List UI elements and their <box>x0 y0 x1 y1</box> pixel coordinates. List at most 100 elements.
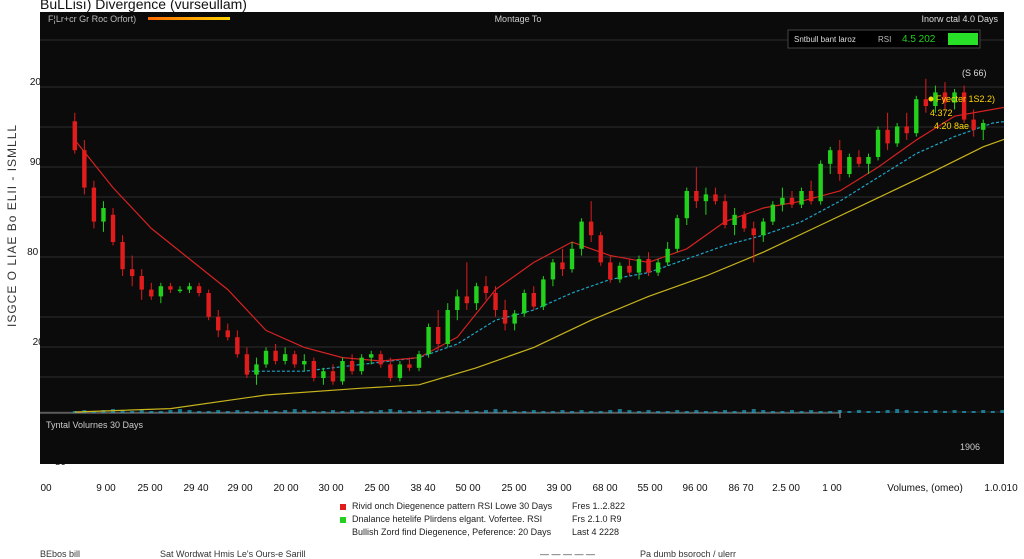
candle-body-53 <box>579 221 584 249</box>
candle-body-8 <box>149 289 154 297</box>
candle-body-87 <box>904 126 909 134</box>
x-tick-label-13: 55 00 <box>637 483 663 494</box>
volume-bar-64 <box>684 411 689 413</box>
candle-body-47 <box>522 293 527 314</box>
volume-bar-80 <box>837 410 842 413</box>
candle-body-1 <box>82 150 87 188</box>
candle-body-55 <box>598 235 603 263</box>
x-tick-label-17: 1 00 <box>822 483 842 494</box>
candle-body-63 <box>675 218 680 249</box>
candle-body-81 <box>847 157 852 174</box>
volume-bar-83 <box>866 411 871 413</box>
candle-body-44 <box>493 293 498 310</box>
volume-bar-92 <box>952 410 957 413</box>
candle-body-57 <box>617 265 623 280</box>
volume-bar-68 <box>723 410 728 413</box>
volume-bar-32 <box>378 410 383 413</box>
legend-label-2: Bullish Zord find Diegenence, Peference:… <box>352 527 552 537</box>
candle-body-0 <box>72 121 77 151</box>
candle-body-16 <box>225 330 230 338</box>
candle-body-13 <box>196 286 202 293</box>
volume-bar-7 <box>139 410 144 413</box>
volume-bar-52 <box>570 411 575 413</box>
candle-body-49 <box>541 279 546 307</box>
candle-body-79 <box>828 150 833 164</box>
volume-bar-12 <box>187 410 192 413</box>
volume-bar-71 <box>751 409 756 413</box>
candle-body-20 <box>263 350 269 365</box>
bottom-caption-3: — — — — — <box>540 549 596 559</box>
volume-value: 1906 <box>960 442 980 452</box>
volume-bar-29 <box>350 410 355 413</box>
candle-body-88 <box>914 99 919 134</box>
candle-body-62 <box>665 248 670 263</box>
chart-title: BuLLisı) Divergence (vurseullam) <box>40 0 247 12</box>
candle-body-70 <box>741 214 747 229</box>
volume-bar-8 <box>149 411 154 413</box>
y-axis-rotated-label: ISGCE O LIAE Bo ELII - ISMLLL <box>5 123 19 327</box>
candle-body-33 <box>388 364 393 378</box>
candle-body-69 <box>732 214 737 225</box>
candle-body-73 <box>770 204 776 222</box>
volume-bar-67 <box>713 411 718 413</box>
candle-body-89 <box>923 99 929 106</box>
candle-body-43 <box>483 286 489 293</box>
volume-bar-74 <box>780 411 785 413</box>
candle-body-54 <box>588 221 594 236</box>
volume-bar-77 <box>809 410 814 413</box>
annotation-1: Fyecter 1S2.2) <box>936 94 995 104</box>
annotation-dot <box>928 96 934 102</box>
candle-body-68 <box>722 201 728 225</box>
x-tick-label-7: 25 00 <box>364 483 390 494</box>
x-tick-label-2: 25 00 <box>137 483 163 494</box>
volume-bar-72 <box>761 410 766 413</box>
candle-body-76 <box>799 191 804 205</box>
volume-bar-16 <box>225 411 230 413</box>
volume-bar-28 <box>340 411 345 413</box>
legend-swatch-0 <box>340 503 346 510</box>
volume-bar-56 <box>608 410 613 413</box>
volume-bar-90 <box>933 410 938 413</box>
volume-bar-94 <box>971 411 976 413</box>
volume-bar-40 <box>455 411 460 413</box>
candlestick-chart: F¦Lr+cr Gr Roc Orfort) Montage To Inorw ct… <box>40 14 1004 452</box>
candle-body-23 <box>292 354 297 365</box>
volume-bar-18 <box>244 411 249 413</box>
candle-body-64 <box>684 191 689 219</box>
candle-body-66 <box>703 194 709 202</box>
legend-row-0: Rivid onch Diegenence pattern RSI Lowe 3… <box>340 500 625 513</box>
candle-body-82 <box>856 157 862 164</box>
candle-body-19 <box>254 364 259 375</box>
volume-bar-69 <box>732 411 737 413</box>
header-gradient-bar <box>148 17 230 20</box>
ema-cyan-line <box>246 121 1004 372</box>
volume-bar-59 <box>636 411 641 413</box>
volume-bar-97 <box>1000 410 1004 413</box>
volume-bar-33 <box>388 409 393 413</box>
candle-body-9 <box>158 286 164 297</box>
candle-body-95 <box>981 123 986 130</box>
candle-body-61 <box>655 262 661 273</box>
volume-bar-38 <box>436 410 441 413</box>
candle-body-41 <box>464 296 470 304</box>
volume-bar-55 <box>598 411 603 413</box>
volume-bar-70 <box>742 410 747 413</box>
volume-bar-11 <box>177 409 182 413</box>
volume-bar-91 <box>942 411 947 413</box>
candle-body-17 <box>235 337 240 355</box>
volume-bar-17 <box>235 410 240 413</box>
candle-body-30 <box>359 357 364 372</box>
volume-bar-95 <box>981 410 986 413</box>
x-tick-label-12: 68 00 <box>592 483 618 494</box>
candle-body-24 <box>302 361 307 365</box>
volume-bar-63 <box>675 410 680 413</box>
volume-bar-66 <box>703 411 708 413</box>
candle-body-72 <box>761 221 766 236</box>
volume-bar-78 <box>818 411 823 413</box>
candle-body-2 <box>91 187 97 222</box>
candle-body-52 <box>569 248 575 270</box>
inset-label: Sntbull bant laroz <box>794 35 856 44</box>
volume-bar-48 <box>531 410 536 413</box>
candle-body-42 <box>474 286 479 304</box>
candle-body-32 <box>378 354 383 365</box>
